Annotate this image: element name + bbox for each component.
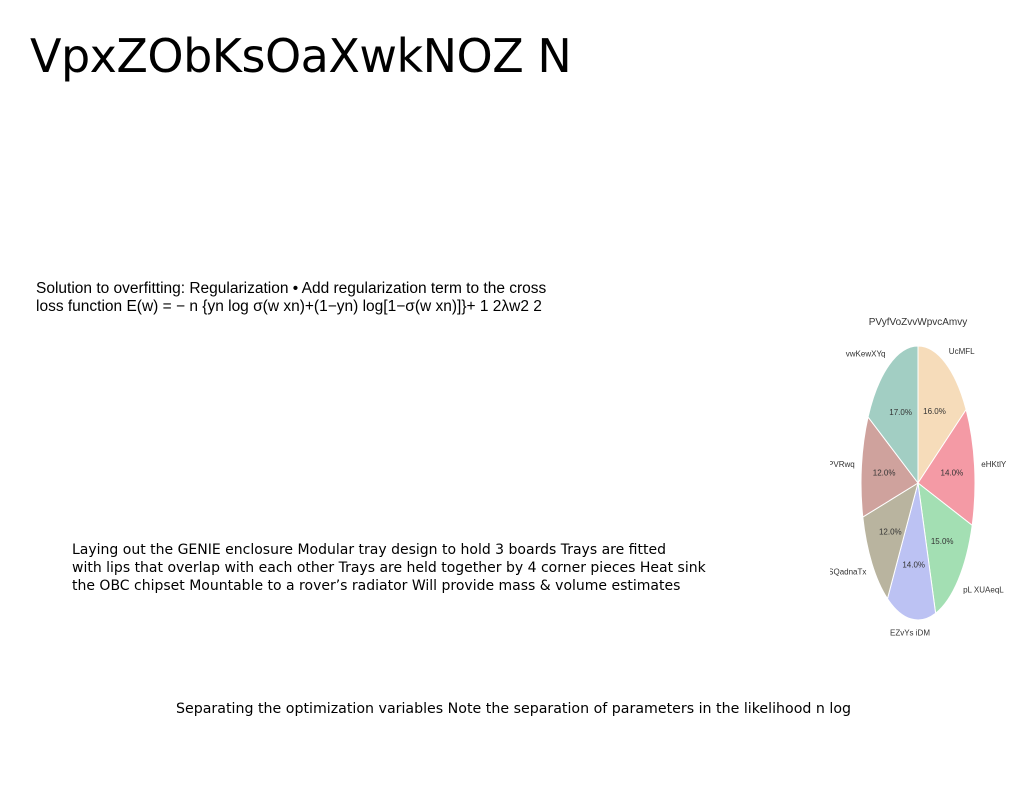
pie-slices xyxy=(860,345,976,621)
text-line: Solution to overfitting: Regularization … xyxy=(36,280,547,297)
pie-category-label: eHKtlY xyxy=(981,460,1007,469)
pie-category-label: EZvYs iDM xyxy=(890,629,930,638)
pie-category-label: UcMFL xyxy=(949,347,975,356)
text-line: Laying out the GENIE enclosure Modular t… xyxy=(72,542,666,558)
pie-percent-label: 15.0% xyxy=(931,537,954,546)
pie-percent-label: 14.0% xyxy=(902,561,925,570)
pie-category-label: PVRwq xyxy=(830,460,855,469)
pie-percent-label: 16.0% xyxy=(923,407,946,416)
pie-category-label: pL XUAeqL xyxy=(963,586,1004,595)
text-line: the OBC chipset Mountable to a rover’s r… xyxy=(72,578,681,594)
pie-category-label: vwKewXYq xyxy=(846,349,886,358)
pie-percent-label: 14.0% xyxy=(941,469,964,478)
text-line: with lips that overlap with each other T… xyxy=(72,560,706,576)
pie-percent-label: 12.0% xyxy=(873,469,896,478)
pie-chart: PVyfVoZvvWpvcAmvy 16.0% 14.0% 15.0% 14.0% 12… xyxy=(830,308,1020,648)
chart-title: PVyfVoZvvWpvcAmvy xyxy=(869,317,968,328)
regularization-text: Solution to overfitting: Regularization … xyxy=(36,280,636,316)
pie-percent-label: 12.0% xyxy=(879,527,902,536)
pie-category-label: hSQadnaTx xyxy=(830,568,866,577)
enclosure-text: Laying out the GENIE enclosure Modular t… xyxy=(72,541,752,595)
text-line: loss function E(w) = − n {yn log σ(w xn)… xyxy=(36,298,542,315)
pie-percent-label: 17.0% xyxy=(889,408,912,417)
slide-title: VpxZObKsOaXwkNOZ N xyxy=(30,29,572,83)
pie-chart-svg: PVyfVoZvvWpvcAmvy 16.0% 14.0% 15.0% 14.0% 12… xyxy=(830,317,1007,638)
optimization-text: Separating the optimization variables No… xyxy=(176,701,852,717)
